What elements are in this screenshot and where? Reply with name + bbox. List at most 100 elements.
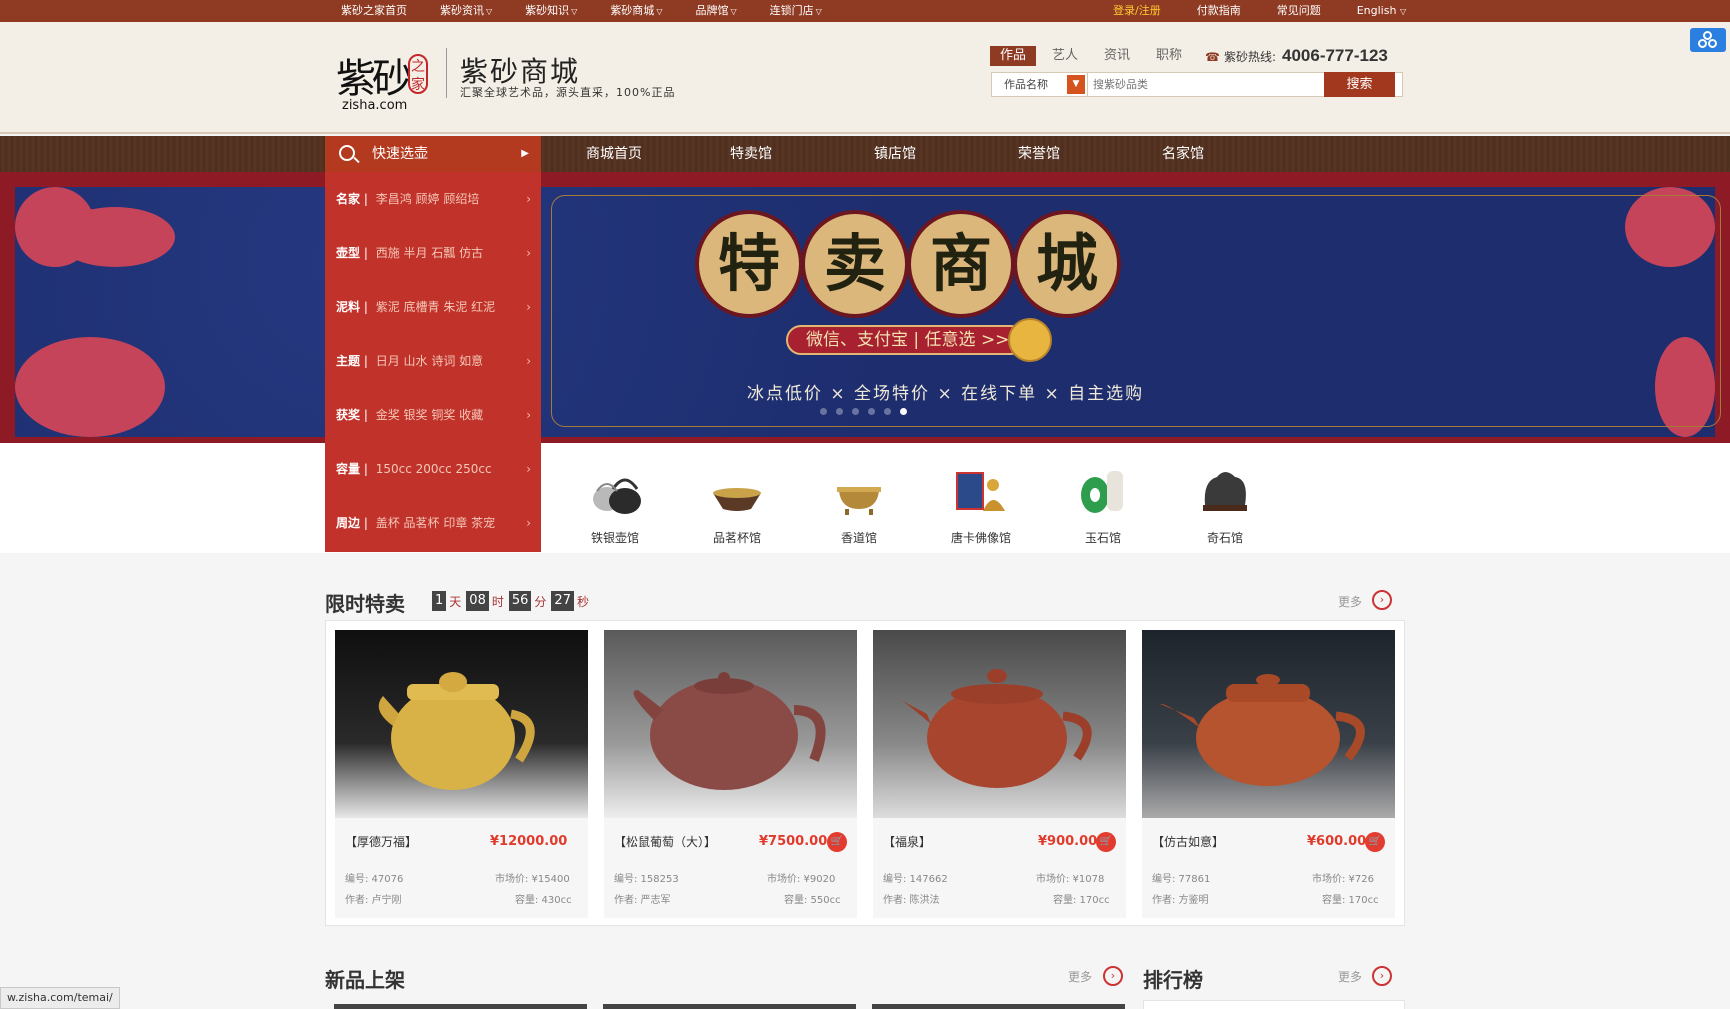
product-image[interactable] — [335, 630, 588, 818]
hotline-label: 紫砂热线: — [1223, 50, 1276, 64]
top-nav-stores[interactable]: 连锁门店 ▽ — [770, 0, 822, 22]
product-card[interactable]: 【福泉】 ¥900.00 🛒 编号: 147662 市场价: ¥1078 作者:… — [873, 630, 1126, 918]
category-label: 铁银壶馆 — [590, 531, 639, 545]
faq-link[interactable]: 常见问题 — [1277, 0, 1321, 22]
flash-sale-more-link[interactable]: 更多 — [1338, 593, 1362, 610]
language-switch[interactable]: English ▽ — [1357, 0, 1406, 22]
search-tab-titles[interactable]: 职称 — [1146, 46, 1192, 66]
quick-menu-item-awards[interactable]: 获奖 | 金奖 银奖 铜奖 收藏 › — [325, 388, 541, 442]
quick-menu-values: 西施 半月 石瓢 仿古 — [375, 246, 484, 260]
quick-menu-values: 日月 山水 诗词 如意 — [375, 354, 484, 368]
arrow-right-circle-icon[interactable]: › — [1372, 966, 1392, 986]
product-card[interactable]: 【仿古如意】 ¥600.00 🛒 编号: 77861 市场价: ¥726 作者:… — [1142, 630, 1395, 918]
site-logo[interactable]: 紫砂 之家 zisha.com — [336, 46, 432, 116]
ranking-more-link[interactable]: 更多 — [1338, 968, 1362, 985]
product-title[interactable]: 【福泉】 — [883, 833, 931, 850]
chevron-down-icon: ▽ — [571, 7, 578, 16]
cloud-decoration — [15, 337, 165, 437]
product-image[interactable] — [604, 630, 857, 818]
site-header: 紫砂 之家 zisha.com 紫砂商城 汇聚全球艺术品，源头直采，100%正品… — [0, 22, 1730, 134]
product-market-price: 市场价: ¥15400 — [495, 874, 570, 885]
quick-menu-key: 容量 — [336, 462, 361, 476]
search-type-select[interactable]: 作品名称 ▼ — [992, 73, 1088, 96]
carousel-dot[interactable] — [868, 408, 875, 415]
search-button[interactable]: 搜索 — [1324, 72, 1395, 97]
countdown-unit: 天 — [449, 594, 462, 609]
quick-menu-key: 周边 — [336, 516, 361, 530]
product-image-strip — [334, 1004, 587, 1009]
product-capacity: 容量: 170cc — [1053, 895, 1110, 906]
quick-menu-values: 金奖 银奖 铜奖 收藏 — [375, 408, 484, 422]
chevron-right-icon: › — [526, 300, 531, 314]
countdown-unit: 分 — [534, 594, 547, 609]
product-title[interactable]: 【厚德万福】 — [345, 833, 417, 850]
product-image[interactable] — [873, 630, 1126, 818]
search-tab-news[interactable]: 资讯 — [1094, 46, 1140, 66]
nav-treasure[interactable]: 镇店馆 — [874, 136, 1018, 172]
category-jade[interactable]: 玉石馆 — [1053, 461, 1153, 546]
quick-menu-values: 李昌鸿 顾婷 顾绍培 — [375, 192, 480, 206]
hero-banner[interactable]: 特 卖 商 城 微信、支付宝 | 任意选 >> 冰点低价 × 全场特价 × 在线… — [0, 172, 1730, 443]
flash-sale-title: 限时特卖 — [325, 592, 405, 616]
banner-title-char: 城 — [1013, 210, 1121, 318]
carousel-dot[interactable] — [852, 408, 859, 415]
banner-title-char: 商 — [907, 210, 1015, 318]
login-register-link[interactable]: 登录/注册 — [1113, 0, 1161, 22]
carousel-dot[interactable] — [884, 408, 891, 415]
category-buddha[interactable]: 唐卡佛像馆 — [931, 461, 1031, 546]
top-nav-news[interactable]: 紫砂资讯 ▽ — [440, 0, 492, 22]
chevron-down-icon: ▽ — [730, 7, 737, 16]
chevron-down-icon[interactable]: ▼ — [1067, 75, 1085, 94]
product-image-strip — [872, 1004, 1125, 1009]
quick-menu-item-accessories[interactable]: 周边 | 盖杯 品茗杯 印章 茶宠 › — [325, 496, 541, 550]
quick-menu-item-clay[interactable]: 泥料 | 紫泥 底槽青 朱泥 红泥 › — [325, 280, 541, 334]
product-title[interactable]: 【仿古如意】 — [1152, 833, 1224, 850]
cart-icon[interactable]: 🛒 — [1365, 832, 1385, 852]
quick-menu-key: 泥料 — [336, 300, 361, 314]
countdown-seconds: 27 — [551, 591, 574, 611]
cart-icon[interactable]: 🛒 — [1096, 832, 1116, 852]
category-label: 品茗杯馆 — [712, 531, 761, 545]
search-tab-works[interactable]: 作品 — [990, 46, 1037, 66]
share-widget-icon[interactable] — [1690, 28, 1726, 52]
carousel-dot-active[interactable] — [900, 408, 907, 415]
nav-mall-home[interactable]: 商城首页 — [586, 136, 730, 172]
category-stone[interactable]: 奇石馆 — [1175, 461, 1275, 546]
nav-masters[interactable]: 名家馆 — [1162, 136, 1306, 172]
phone-icon: ☎ — [1205, 50, 1220, 64]
browser-status-bar: w.zisha.com/temai/ — [0, 987, 120, 1009]
arrow-right-circle-icon[interactable]: › — [1372, 590, 1392, 610]
search-icon — [339, 145, 355, 161]
search-input[interactable] — [1089, 73, 1324, 96]
new-arrivals-more-link[interactable]: 更多 — [1068, 968, 1092, 985]
quick-menu-item-shape[interactable]: 壶型 | 西施 半月 石瓢 仿古 › — [325, 226, 541, 280]
quick-menu-item-theme[interactable]: 主题 | 日月 山水 诗词 如意 › — [325, 334, 541, 388]
quick-menu-item-capacity[interactable]: 容量 | 150cc 200cc 250cc › — [325, 442, 541, 496]
top-nav-knowledge[interactable]: 紫砂知识 ▽ — [525, 0, 577, 22]
pay-guide-link[interactable]: 付款指南 — [1197, 0, 1241, 22]
top-nav-mall[interactable]: 紫砂商城 ▽ — [610, 0, 662, 22]
nav-special-sale[interactable]: 特卖馆 — [730, 136, 874, 172]
product-card[interactable]: 【厚德万福】 ¥12000.00 编号: 47076 市场价: ¥15400 作… — [335, 630, 588, 918]
logo-seal: 之家 — [408, 54, 428, 94]
chevron-down-icon: ▽ — [1399, 7, 1407, 16]
banner-pill[interactable]: 微信、支付宝 | 任意选 >> — [786, 325, 1026, 355]
top-nav-brands[interactable]: 品牌馆 ▽ — [695, 0, 736, 22]
category-tea-cup[interactable]: 品茗杯馆 — [687, 461, 787, 546]
arrow-right-circle-icon[interactable]: › — [1103, 966, 1123, 986]
category-iron-kettle[interactable]: 铁银壶馆 — [565, 461, 665, 546]
search-tab-artists[interactable]: 艺人 — [1042, 46, 1088, 66]
product-image[interactable] — [1142, 630, 1395, 818]
quick-select-button[interactable]: 快速选壶 ▶ — [325, 136, 541, 172]
stone-icon — [1195, 461, 1255, 521]
carousel-dot[interactable] — [836, 408, 843, 415]
cart-icon[interactable]: 🛒 — [827, 832, 847, 852]
category-incense[interactable]: 香道馆 — [809, 461, 909, 546]
product-card[interactable]: 【松鼠葡萄（大）】 ¥7500.00 🛒 编号: 158253 市场价: ¥90… — [604, 630, 857, 918]
quick-menu-item-masters[interactable]: 名家 | 李昌鸿 顾婷 顾绍培 › — [325, 172, 541, 226]
chevron-right-icon: › — [526, 408, 531, 422]
top-nav-home[interactable]: 紫砂之家首页 — [341, 0, 407, 22]
carousel-dot[interactable] — [820, 408, 827, 415]
nav-honor[interactable]: 荣誉馆 — [1018, 136, 1162, 172]
product-title[interactable]: 【松鼠葡萄（大）】 — [614, 833, 716, 850]
